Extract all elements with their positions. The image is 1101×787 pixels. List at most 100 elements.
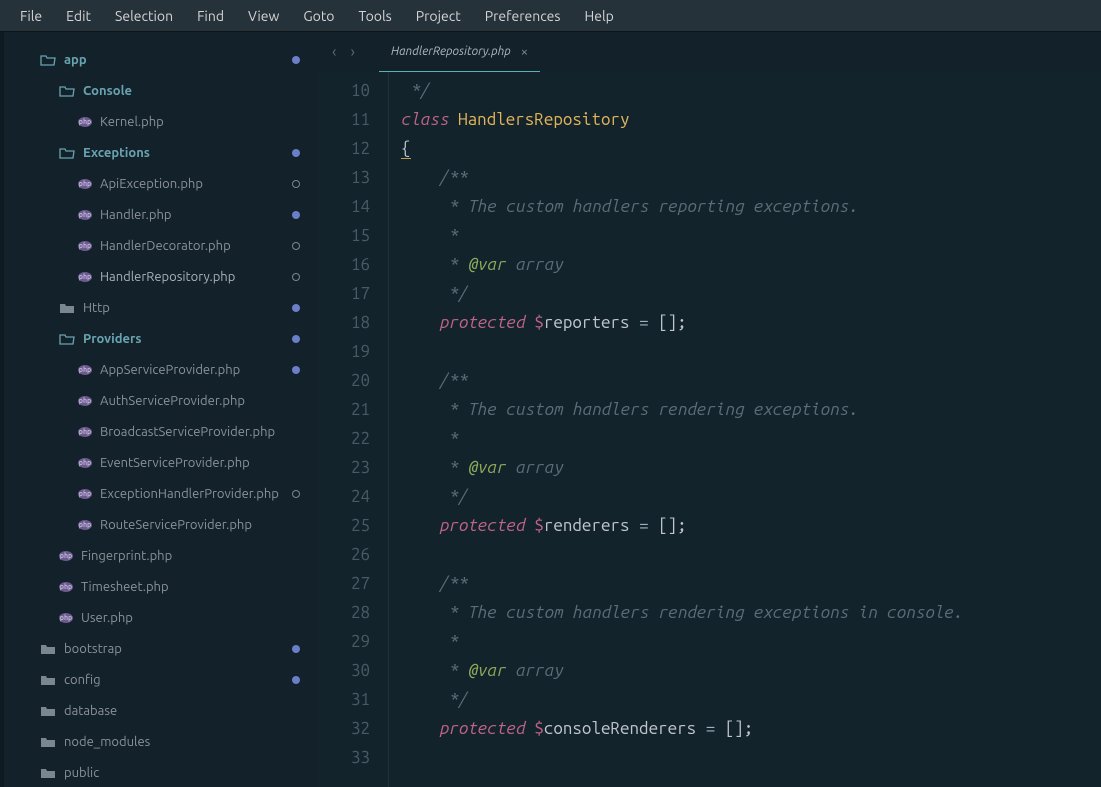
menu-tools[interactable]: Tools — [347, 4, 404, 28]
tree-item-console[interactable]: Console — [4, 75, 318, 106]
code-line[interactable]: protected $reporters = []; — [401, 308, 1101, 337]
folder-closed-icon — [40, 674, 56, 686]
code-line[interactable]: * — [401, 424, 1101, 453]
tree-item-exceptionhandlerprovider-php[interactable]: phpExceptionHandlerProvider.php — [4, 478, 318, 509]
tree-item-label: Providers — [83, 332, 141, 346]
code-line[interactable]: * @var array — [401, 250, 1101, 279]
tree-item-database[interactable]: database — [4, 695, 318, 726]
code-line[interactable]: * @var array — [401, 656, 1101, 685]
php-file-icon: php — [78, 458, 92, 468]
code-line[interactable]: */ — [401, 279, 1101, 308]
code-line[interactable]: * The custom handlers reporting exceptio… — [401, 192, 1101, 221]
tree-item-user-php[interactable]: php User.php — [4, 602, 318, 633]
tree-item-label: ApiException.php — [100, 177, 203, 191]
menu-preferences[interactable]: Preferences — [473, 4, 573, 28]
tree-item-kernel-php[interactable]: php Kernel.php — [4, 106, 318, 137]
tree-item-app[interactable]: app — [4, 44, 318, 75]
php-file-icon: php — [78, 117, 92, 127]
line-number: 13 — [318, 163, 370, 192]
tree-item-label: BroadcastServiceProvider.php — [100, 425, 275, 439]
tree-item-node-modules[interactable]: node_modules — [4, 726, 318, 757]
tree-item-label: User.php — [81, 611, 133, 625]
code-line[interactable]: * The custom handlers rendering exceptio… — [401, 598, 1101, 627]
tree-item-label: Kernel.php — [100, 115, 164, 129]
php-file-icon: php — [78, 272, 92, 282]
menu-selection[interactable]: Selection — [103, 4, 185, 28]
close-icon[interactable]: × — [521, 45, 528, 59]
line-number: 28 — [318, 598, 370, 627]
tree-item-handlerrepository-php[interactable]: php HandlerRepository.php — [4, 261, 318, 292]
line-number: 32 — [318, 714, 370, 743]
modified-dot-icon — [292, 304, 300, 312]
code-line[interactable] — [401, 743, 1101, 772]
tree-item-http[interactable]: Http — [4, 292, 318, 323]
menu-project[interactable]: Project — [404, 4, 473, 28]
code-line[interactable]: * @var array — [401, 453, 1101, 482]
tab-label: HandlerRepository.php — [391, 45, 511, 58]
code-line[interactable]: protected $renderers = []; — [401, 511, 1101, 540]
code-content[interactable]: */class HandlersRepository{ /** * The cu… — [388, 72, 1101, 787]
tree-item-label: HandlerRepository.php — [100, 270, 235, 284]
line-number: 27 — [318, 569, 370, 598]
nav-forward-icon[interactable]: › — [347, 41, 360, 63]
php-file-icon: php — [78, 241, 92, 251]
line-number: 12 — [318, 134, 370, 163]
menu-view[interactable]: View — [236, 4, 291, 28]
file-tree-sidebar[interactable]: appConsolephpKernel.phpExceptionsphpApiE… — [0, 32, 318, 787]
modified-dot-icon — [292, 676, 300, 684]
menu-edit[interactable]: Edit — [54, 4, 103, 28]
modified-dot-icon — [292, 366, 300, 374]
code-area[interactable]: 1011121314151617181920212223242526272829… — [318, 72, 1101, 787]
code-line[interactable]: /** — [401, 569, 1101, 598]
tree-item-apiexception-php[interactable]: phpApiException.php — [4, 168, 318, 199]
nav-arrows: ‹ › — [328, 41, 359, 63]
menu-goto[interactable]: Goto — [291, 4, 346, 28]
code-line[interactable] — [401, 540, 1101, 569]
modified-dot-icon — [292, 211, 300, 219]
tree-item-public[interactable]: public — [4, 757, 318, 787]
line-number: 20 — [318, 366, 370, 395]
tree-item-broadcastserviceprovider-php[interactable]: phpBroadcastServiceProvider.php — [4, 416, 318, 447]
code-line[interactable]: { — [401, 134, 1101, 163]
tree-item-config[interactable]: config — [4, 664, 318, 695]
tree-item-timesheet-php[interactable]: phpTimesheet.php — [4, 571, 318, 602]
tree-item-authserviceprovider-php[interactable]: phpAuthServiceProvider.php — [4, 385, 318, 416]
modified-dot-icon — [292, 645, 300, 653]
code-line[interactable]: */ — [401, 482, 1101, 511]
line-number: 22 — [318, 424, 370, 453]
tree-item-label: public — [64, 766, 99, 780]
menu-find[interactable]: Find — [185, 4, 236, 28]
code-line[interactable]: class HandlersRepository — [401, 105, 1101, 134]
line-number: 24 — [318, 482, 370, 511]
tree-item-handlerdecorator-php[interactable]: phpHandlerDecorator.php — [4, 230, 318, 261]
code-line[interactable]: /** — [401, 366, 1101, 395]
code-line[interactable]: */ — [401, 76, 1101, 105]
code-line[interactable]: * The custom handlers rendering exceptio… — [401, 395, 1101, 424]
code-line[interactable]: * — [401, 627, 1101, 656]
tree-item-label: Fingerprint.php — [81, 549, 172, 563]
code-line[interactable]: protected $consoleRenderers = []; — [401, 714, 1101, 743]
nav-back-icon[interactable]: ‹ — [328, 41, 341, 63]
code-line[interactable] — [401, 337, 1101, 366]
php-file-icon: php — [59, 613, 73, 623]
menu-file[interactable]: File — [8, 4, 54, 28]
tree-item-handler-php[interactable]: phpHandler.php — [4, 199, 318, 230]
tree-item-routeserviceprovider-php[interactable]: phpRouteServiceProvider.php — [4, 509, 318, 540]
code-line[interactable]: * — [401, 221, 1101, 250]
tree-item-appserviceprovider-php[interactable]: phpAppServiceProvider.php — [4, 354, 318, 385]
tree-item-providers[interactable]: Providers — [4, 323, 318, 354]
line-number: 30 — [318, 656, 370, 685]
menu-help[interactable]: Help — [572, 4, 625, 28]
tab-active[interactable]: HandlerRepository.php × — [379, 32, 540, 72]
code-line[interactable]: */ — [401, 685, 1101, 714]
php-file-icon: php — [59, 582, 73, 592]
tree-item-fingerprint-php[interactable]: phpFingerprint.php — [4, 540, 318, 571]
editor-pane: ‹ › HandlerRepository.php × 101112131415… — [318, 32, 1101, 787]
workspace: appConsolephpKernel.phpExceptionsphpApiE… — [0, 32, 1101, 787]
tree-item-exceptions[interactable]: Exceptions — [4, 137, 318, 168]
tree-item-eventserviceprovider-php[interactable]: phpEventServiceProvider.php — [4, 447, 318, 478]
php-file-icon: php — [78, 489, 92, 499]
code-line[interactable]: /** — [401, 163, 1101, 192]
line-number-gutter: 1011121314151617181920212223242526272829… — [318, 72, 388, 787]
tree-item-bootstrap[interactable]: bootstrap — [4, 633, 318, 664]
